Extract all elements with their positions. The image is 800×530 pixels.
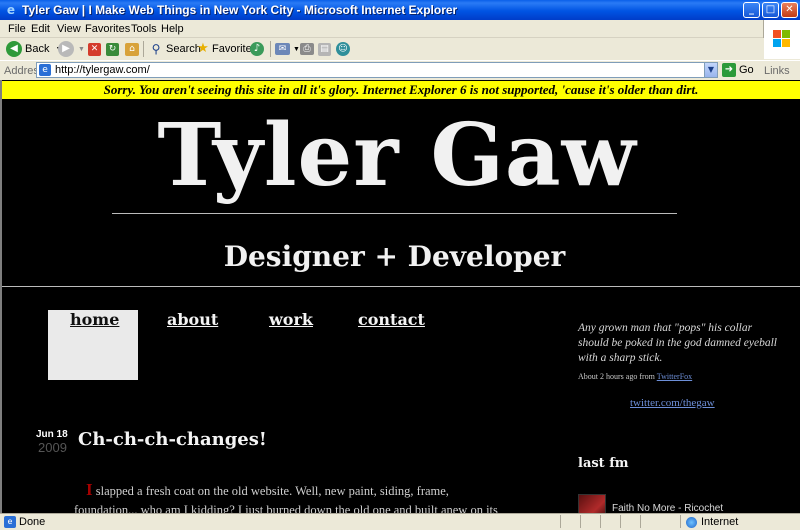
status-divider	[680, 515, 681, 528]
nav-about[interactable]: about	[167, 310, 218, 329]
menu-favorites[interactable]: Favorites	[85, 23, 130, 35]
menu-file[interactable]: File	[8, 23, 26, 35]
favorites-star-icon: ★	[197, 41, 209, 56]
page-icon: e	[39, 64, 51, 76]
menu-help[interactable]: Help	[161, 23, 184, 35]
post-title[interactable]: Ch-ch-ch-changes!	[78, 429, 267, 450]
status-divider	[620, 515, 621, 528]
tweet-source-link[interactable]: TwitterFox	[657, 372, 692, 381]
media-button[interactable]: ♪	[250, 40, 264, 58]
go-label: Go	[739, 64, 754, 76]
zone-label: Internet	[701, 516, 739, 528]
toolbar-separator	[270, 41, 271, 57]
post-body-line-2: foundation... who am I kidding? I just b…	[74, 503, 498, 513]
status-bar: e Done Internet	[0, 513, 800, 530]
post-body-line-1: slapped a fresh coat on the old website.…	[92, 484, 449, 498]
windows-logo	[763, 20, 800, 59]
search-icon: ⚲	[151, 42, 161, 56]
internet-globe-icon	[686, 516, 697, 528]
standard-toolbar: ◀ Back ▼ ▶ ▼ ✕ ↻ ⌂ ⚲ Search ★ Favorites …	[0, 38, 764, 60]
back-label: Back	[25, 43, 50, 55]
back-arrow-icon: ◀	[6, 41, 22, 57]
messenger-icon: ☺	[336, 42, 350, 56]
post-date: Jun 18	[36, 429, 68, 440]
title-divider	[112, 213, 677, 214]
header-divider	[2, 286, 800, 287]
go-button[interactable]: ➜ Go	[722, 63, 754, 77]
status-divider	[600, 515, 601, 528]
media-icon: ♪	[250, 42, 264, 56]
tweet-meta: About 2 hours ago from TwitterFox	[578, 372, 692, 381]
refresh-icon: ↻	[106, 42, 119, 56]
lastfm-track[interactable]: Faith No More - Ricochet	[578, 494, 723, 513]
mail-dropdown-icon[interactable]: ▼	[293, 46, 300, 53]
status-divider	[640, 515, 641, 528]
lastfm-heading: last fm	[578, 456, 629, 471]
home-icon: ⌂	[125, 42, 139, 56]
stop-icon: ✕	[88, 42, 101, 56]
menu-tools[interactable]: Tools	[131, 23, 157, 35]
window-title-bar[interactable]: e Tyler Gaw | I Make Web Things in New Y…	[0, 0, 800, 20]
go-arrow-icon: ➜	[722, 63, 736, 77]
nav-contact[interactable]: contact	[358, 310, 425, 329]
status-text: Done	[19, 516, 46, 528]
status-message: e Done	[4, 516, 45, 528]
nav-work[interactable]: work	[269, 310, 313, 329]
menu-view[interactable]: View	[57, 23, 81, 35]
back-button[interactable]: ◀ Back ▼	[6, 40, 62, 58]
nav-home[interactable]: home	[70, 310, 119, 329]
print-icon: ⎙	[300, 43, 314, 55]
home-button[interactable]: ⌂	[125, 40, 139, 58]
maximize-button[interactable]: □	[762, 2, 779, 18]
address-input[interactable]: e http://tylergaw.com/	[36, 62, 718, 78]
lastfm-track-title: Faith No More - Ricochet	[612, 502, 724, 514]
site-tagline: Designer + Developer	[223, 240, 566, 273]
post-dropcap: I	[86, 480, 93, 499]
twitter-profile-link[interactable]: twitter.com/thegaw	[630, 397, 715, 409]
print-button[interactable]: ⎙	[300, 40, 314, 58]
close-button[interactable]: ✕	[781, 2, 798, 18]
edit-page-icon: ▤	[318, 42, 331, 56]
forward-button[interactable]: ▶ ▼	[58, 40, 85, 58]
search-button[interactable]: ⚲ Search	[148, 40, 201, 58]
mail-icon: ✉	[275, 43, 290, 55]
forward-dropdown-icon[interactable]: ▼	[78, 46, 85, 53]
menu-bar: File Edit View Favorites Tools Help	[0, 20, 800, 38]
window-title: Tyler Gaw | I Make Web Things in New Yor…	[22, 3, 458, 17]
mail-button[interactable]: ✉ ▼	[275, 40, 300, 58]
stop-button[interactable]: ✕	[88, 40, 101, 58]
address-dropdown-icon[interactable]: ▼	[704, 62, 718, 78]
address-bar: Address e http://tylergaw.com/ ▼ ➜ Go Li…	[0, 60, 800, 82]
status-divider	[580, 515, 581, 528]
ie-warning-banner: Sorry. You aren't seeing this site in al…	[2, 81, 800, 99]
address-url[interactable]: http://tylergaw.com/	[55, 64, 150, 76]
links-toolbar[interactable]: Links	[764, 65, 790, 77]
forward-arrow-icon: ▶	[58, 41, 74, 57]
post-year: 2009	[38, 440, 67, 455]
ie-icon: e	[6, 3, 16, 17]
favorites-button[interactable]: ★ Favorites	[195, 40, 257, 58]
status-divider	[560, 515, 561, 528]
post-body: I slapped a fresh coat on the old websit…	[74, 480, 524, 513]
refresh-button[interactable]: ↻	[106, 40, 119, 58]
album-art	[578, 494, 606, 513]
tweet-text: Any grown man that "pops" his collar sho…	[578, 322, 777, 364]
page-viewport[interactable]: Sorry. You aren't seeing this site in al…	[0, 80, 800, 513]
minimize-button[interactable]: _	[743, 2, 760, 18]
toolbar-separator	[143, 41, 144, 57]
messenger-button[interactable]: ☺	[336, 40, 350, 58]
page-done-icon: e	[4, 516, 16, 528]
tweet-meta-prefix: About 2 hours ago from	[578, 372, 657, 381]
windows-flag-icon	[773, 30, 791, 48]
site-title: Tyler Gaw	[157, 105, 637, 206]
menu-edit[interactable]: Edit	[31, 23, 50, 35]
security-zone: Internet	[686, 516, 738, 528]
edit-button[interactable]: ▤	[318, 40, 331, 58]
